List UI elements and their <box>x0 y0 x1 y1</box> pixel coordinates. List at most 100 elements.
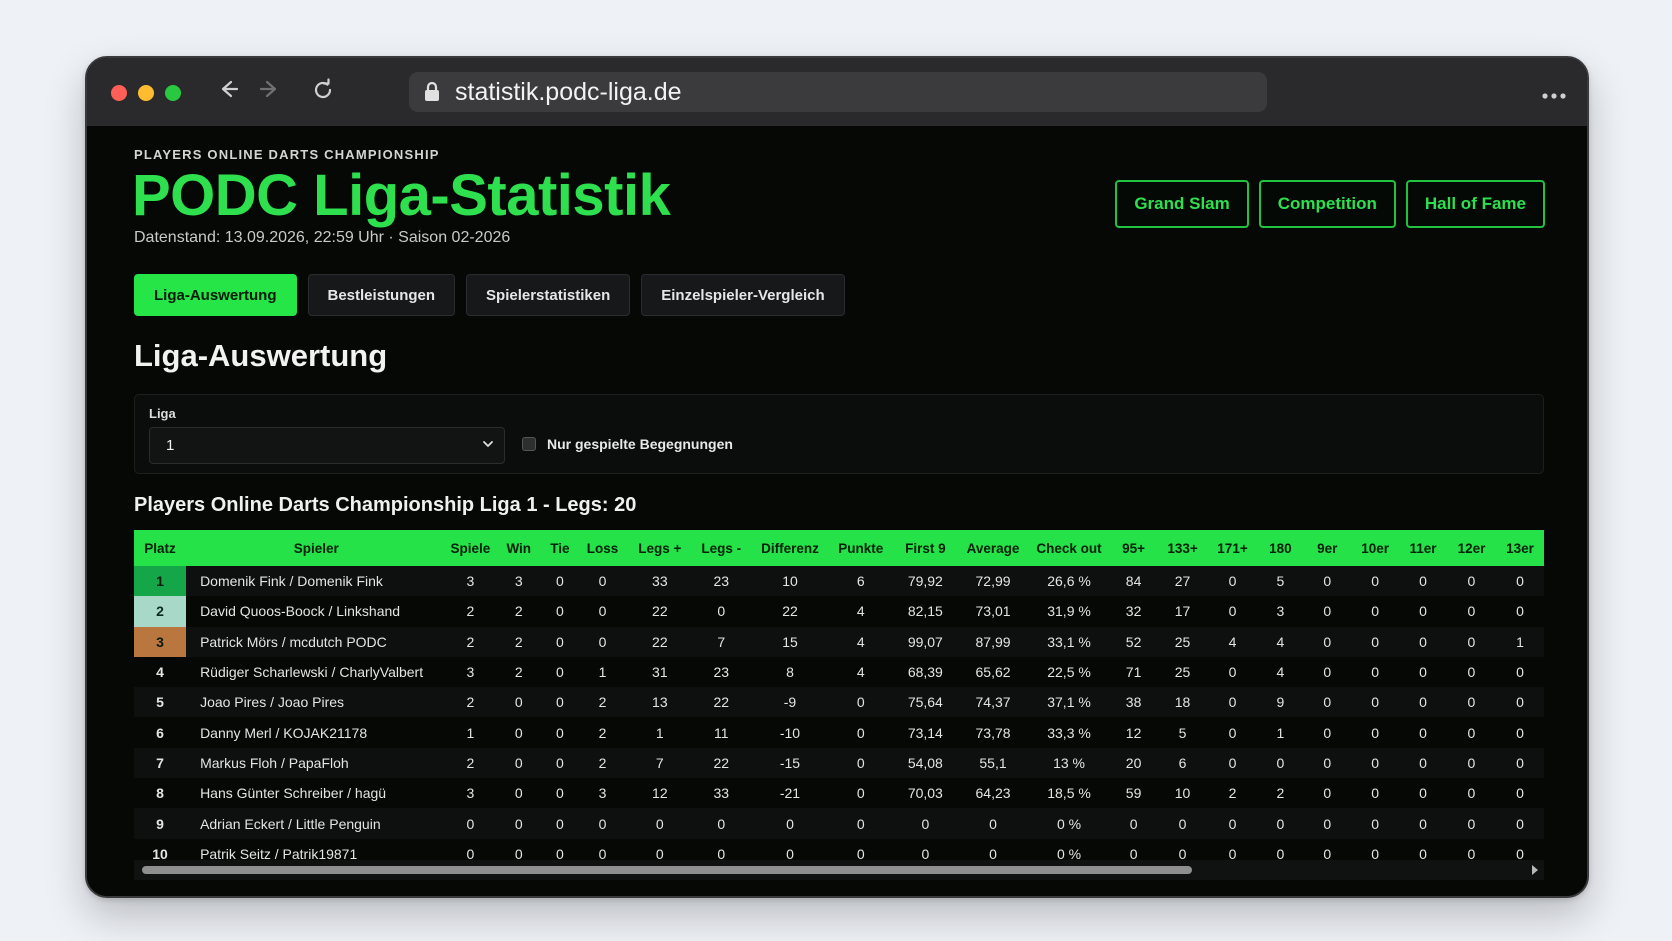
player-name-cell: Hans Günter Schreiber / hagü <box>200 785 387 802</box>
tab-liga-auswertung[interactable]: Liga-Auswertung <box>134 274 297 316</box>
stat-cell: 0 <box>786 815 794 832</box>
stat-cell: 0 <box>514 754 523 771</box>
table-row[interactable]: 6 Danny Merl / KOJAK21178 1 0 0 2 1 11 -10 0 73,14… <box>134 717 1544 748</box>
stat-cell: 0 <box>598 633 607 650</box>
column-header[interactable]: Average <box>958 530 1029 566</box>
stat-cell: 68,39 <box>907 664 943 681</box>
played-matches-label[interactable]: Nur gespielte Begegnungen <box>547 436 733 452</box>
stat-cell: 0 <box>1419 664 1427 681</box>
stat-cell: 0 <box>1323 815 1332 832</box>
player-name-cell: Markus Floh / PapaFloh <box>200 754 349 771</box>
stat-cell: 0 <box>1371 754 1380 771</box>
table-row[interactable]: 2 David Quoos-Boock / Linkshand 2 2 0 0 22 0 22 4… <box>134 596 1544 627</box>
table-row[interactable]: 1 Domenik Fink / Domenik Fink 3 3 0 0 33 23 10 6 7… <box>134 566 1544 597</box>
stat-cell: 71 <box>1125 664 1142 681</box>
column-header[interactable]: Punkte <box>829 530 894 566</box>
column-header[interactable]: 11er <box>1399 530 1447 566</box>
stat-cell: 79,92 <box>907 573 943 590</box>
column-header[interactable]: Spiele <box>446 530 494 566</box>
column-header[interactable]: Differenz <box>751 530 828 566</box>
scrollbar-thumb[interactable] <box>142 866 1192 874</box>
column-header[interactable]: 9er <box>1303 530 1351 566</box>
tab-bestleistungen[interactable]: Bestleistungen <box>307 274 456 316</box>
stat-cell: 0 <box>1516 785 1524 802</box>
stat-cell: -10 <box>779 724 801 741</box>
played-matches-checkbox[interactable] <box>522 437 536 451</box>
column-header[interactable]: First 9 <box>893 530 958 566</box>
stat-cell: 0 <box>1371 664 1380 681</box>
grand-slam-link[interactable]: Grand Slam <box>1115 180 1249 228</box>
column-header[interactable]: Legs + <box>629 530 691 566</box>
column-header[interactable]: 180 <box>1258 530 1304 566</box>
filter-panel: Liga 1 Nur gespielte Begegnungen <box>134 394 1544 474</box>
table-row[interactable]: 8 Hans Günter Schreiber / hagü 3 0 0 3 12 33 -21… <box>134 778 1544 809</box>
horizontal-scrollbar[interactable] <box>134 860 1544 880</box>
stat-cell: -21 <box>779 785 801 802</box>
stat-cell: 0 <box>1276 754 1285 771</box>
stat-cell: 0 <box>1467 815 1476 832</box>
stat-cell: 0 <box>1371 573 1380 590</box>
column-header[interactable]: 13er <box>1496 530 1544 566</box>
zoom-window-button[interactable] <box>165 85 181 101</box>
scroll-right-icon[interactable] <box>1532 865 1538 875</box>
tab-einzelspieler-vergleich[interactable]: Einzelspieler-Vergleich <box>641 274 845 316</box>
stat-cell: 0 <box>555 664 564 681</box>
stat-cell: 0 <box>1516 603 1524 620</box>
column-header[interactable]: Check out <box>1028 530 1109 566</box>
stat-cell: 3 <box>466 573 475 590</box>
stat-cell: 0 <box>1516 815 1524 832</box>
table-row[interactable]: 7 Markus Floh / PapaFloh 2 0 0 2 7 22 -15 0 54,08 5… <box>134 747 1544 779</box>
column-header[interactable]: 95+ <box>1110 530 1158 566</box>
reload-icon[interactable] <box>311 78 335 109</box>
stat-cell: 0 <box>1467 633 1476 650</box>
stat-cell: 4 <box>856 603 865 620</box>
stat-cell: 65,62 <box>975 664 1011 681</box>
liga-label: Liga <box>149 406 176 421</box>
played-matches-filter: Nur gespielte Begegnungen <box>522 436 733 452</box>
column-header[interactable]: 133+ <box>1158 530 1208 566</box>
stat-cell: 7 <box>655 754 664 771</box>
column-header[interactable]: 171+ <box>1208 530 1258 566</box>
table-row[interactable]: 3 Patrick Mörs / mcdutch PODC 2 2 0 0 22 7 15 4 99… <box>134 626 1544 657</box>
table-row[interactable]: 5 Joao Pires / Joao Pires 2 0 0 2 13 22 -9 0 75,64… <box>134 687 1544 718</box>
stat-cell: 74,37 <box>975 694 1011 711</box>
hall-of-fame-link[interactable]: Hall of Fame <box>1405 180 1545 228</box>
player-name-cell: Patrick Mörs / mcdutch PODC <box>200 633 387 650</box>
column-header[interactable]: Legs - <box>691 530 751 566</box>
stat-cell: 59 <box>1125 785 1142 802</box>
column-header[interactable]: Loss <box>577 530 629 566</box>
stat-cell: 2 <box>466 633 475 650</box>
arrow-left-icon[interactable] <box>217 78 239 107</box>
minimize-window-button[interactable] <box>138 85 154 101</box>
stat-cell: 73,78 <box>975 724 1011 741</box>
column-header[interactable]: Tie <box>543 530 576 566</box>
competition-link[interactable]: Competition <box>1258 180 1396 228</box>
rank-cell: 5 <box>156 694 164 711</box>
stat-cell: 0 <box>514 785 523 802</box>
close-window-button[interactable] <box>111 85 127 101</box>
stat-cell: 4 <box>1276 633 1285 650</box>
table-row[interactable]: 4 Rüdiger Scharlewski / CharlyValbert 3 2 0 1… <box>134 656 1544 688</box>
column-header[interactable]: Win <box>494 530 543 566</box>
table-row[interactable]: 9 Adrian Eckert / Little Penguin 0 0 0 0 0 0 0 0 0… <box>134 808 1544 839</box>
rank-cell: 6 <box>156 724 164 741</box>
stat-cell: 0 <box>1178 815 1187 832</box>
stat-cell: 10 <box>1174 785 1191 802</box>
stat-cell: 0 <box>1467 694 1476 711</box>
address-bar[interactable]: statistik.podc-liga.de <box>409 72 1267 112</box>
stat-cell: 1 <box>598 664 607 681</box>
stat-cell: 0 <box>1323 573 1332 590</box>
column-header[interactable]: 10er <box>1351 530 1399 566</box>
stat-cell: 0 <box>1419 724 1427 741</box>
stat-cell: 0 <box>1228 754 1237 771</box>
column-header[interactable]: Spieler <box>186 530 446 566</box>
stat-cell: 0 <box>1228 694 1237 711</box>
more-dots-icon[interactable] <box>1541 76 1567 107</box>
liga-select[interactable]: 1 <box>149 427 505 464</box>
stat-cell: 1 <box>655 724 664 741</box>
column-header[interactable]: Platz <box>134 530 186 566</box>
arrow-right-icon[interactable] <box>259 78 281 107</box>
tab-spielerstatistiken[interactable]: Spielerstatistiken <box>466 274 631 316</box>
stat-cell: 11 <box>713 724 729 741</box>
column-header[interactable]: 12er <box>1447 530 1496 566</box>
